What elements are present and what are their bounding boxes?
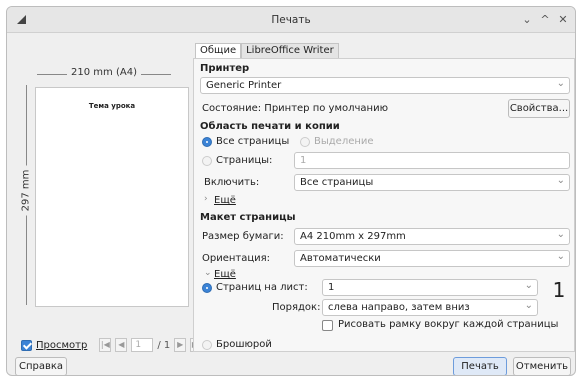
preview-page: Тема урока (35, 87, 189, 307)
layout-section-title: Макет страницы (200, 212, 296, 223)
tab-writer[interactable]: LibreOffice Writer (241, 43, 339, 59)
preview-width-label: 210 mm (A4) (67, 67, 141, 78)
layout-preview-number: 1 (552, 278, 566, 302)
all-pages-radio[interactable] (202, 137, 212, 147)
page-total: / 1 (157, 339, 171, 351)
minimize-icon[interactable]: ⌄ (519, 12, 535, 28)
paper-size-label: Размер бумаги: (202, 231, 284, 242)
page-number-input[interactable]: 1 (131, 338, 154, 352)
pages-per-sheet-label[interactable]: Страниц на лист: (216, 282, 308, 293)
window-title: Печать (271, 14, 311, 26)
all-pages-label[interactable]: Все страницы (216, 136, 289, 147)
orientation-select[interactable]: Автоматически (294, 249, 570, 267)
preview-checkbox[interactable] (21, 339, 32, 351)
selection-label: Выделение (314, 136, 374, 147)
paper-size-select[interactable]: A4 210mm x 297mm (294, 227, 570, 245)
preview-width-dimension: 210 mm (A4) (37, 67, 171, 81)
pages-per-sheet-select[interactable]: 1 (322, 278, 538, 296)
preview-height-label: 297 mm (20, 165, 32, 216)
print-button[interactable]: Печать (453, 357, 507, 375)
order-select[interactable]: слева направо, затем вниз (322, 298, 538, 316)
tab-bar: Общие LibreOffice Writer (195, 43, 339, 59)
range-section-title: Область печати и копии (200, 121, 340, 132)
preview-checkbox-label[interactable]: Просмотр (36, 340, 87, 351)
pages-input[interactable]: 1 (294, 152, 570, 169)
close-icon[interactable]: ✕ (555, 12, 571, 28)
tab-general[interactable]: Общие (195, 43, 242, 59)
settings-panel: Принтер Generic Printer Состояние: Принт… (193, 58, 575, 352)
preview-controls: Просмотр |◀ ◀ 1 / 1 ▶ ▶| (21, 337, 203, 353)
border-checkbox[interactable] (322, 320, 333, 331)
preview-height-dimension: 297 mm (19, 85, 33, 305)
pages-per-sheet-radio[interactable] (202, 283, 212, 293)
printer-select[interactable]: Generic Printer (200, 76, 570, 94)
brochure-radio[interactable] (202, 340, 212, 350)
preview-page-title: Тема урока (88, 102, 136, 110)
include-select[interactable]: Все страницы (294, 173, 570, 191)
pages-label: Страницы: (216, 155, 273, 166)
order-label: Порядок: (272, 302, 321, 313)
title-bar: Печать ⌄ ^ ✕ (7, 7, 575, 33)
print-dialog: Печать ⌄ ^ ✕ 210 mm (A4) 297 mm Тема уро… (6, 6, 576, 376)
cancel-button[interactable]: Отменить (513, 357, 571, 375)
border-checkbox-label[interactable]: Рисовать рамку вокруг каждой страницы (338, 319, 558, 330)
selection-radio[interactable] (300, 137, 310, 147)
layout-more-toggle[interactable]: Ещё (214, 269, 236, 280)
next-page-icon[interactable]: ▶ (174, 338, 187, 352)
pages-radio[interactable] (202, 156, 212, 166)
include-label: Включить: (204, 177, 260, 188)
printer-status: Состояние: Принтер по умолчанию (202, 103, 389, 114)
first-page-icon[interactable]: |◀ (99, 338, 112, 352)
range-more-chevron-icon[interactable]: › (204, 194, 208, 204)
help-button[interactable]: Справка (15, 357, 67, 375)
properties-button[interactable]: Свойства... (508, 99, 570, 118)
prev-page-icon[interactable]: ◀ (115, 338, 128, 352)
layout-more-chevron-icon[interactable]: ⌄ (204, 268, 212, 278)
range-more-toggle[interactable]: Ещё (214, 195, 236, 206)
brochure-label[interactable]: Брошюрой (216, 339, 272, 350)
printer-section-title: Принтер (200, 63, 250, 74)
orientation-label: Ориентация: (202, 253, 271, 264)
maximize-icon[interactable]: ^ (537, 12, 553, 28)
